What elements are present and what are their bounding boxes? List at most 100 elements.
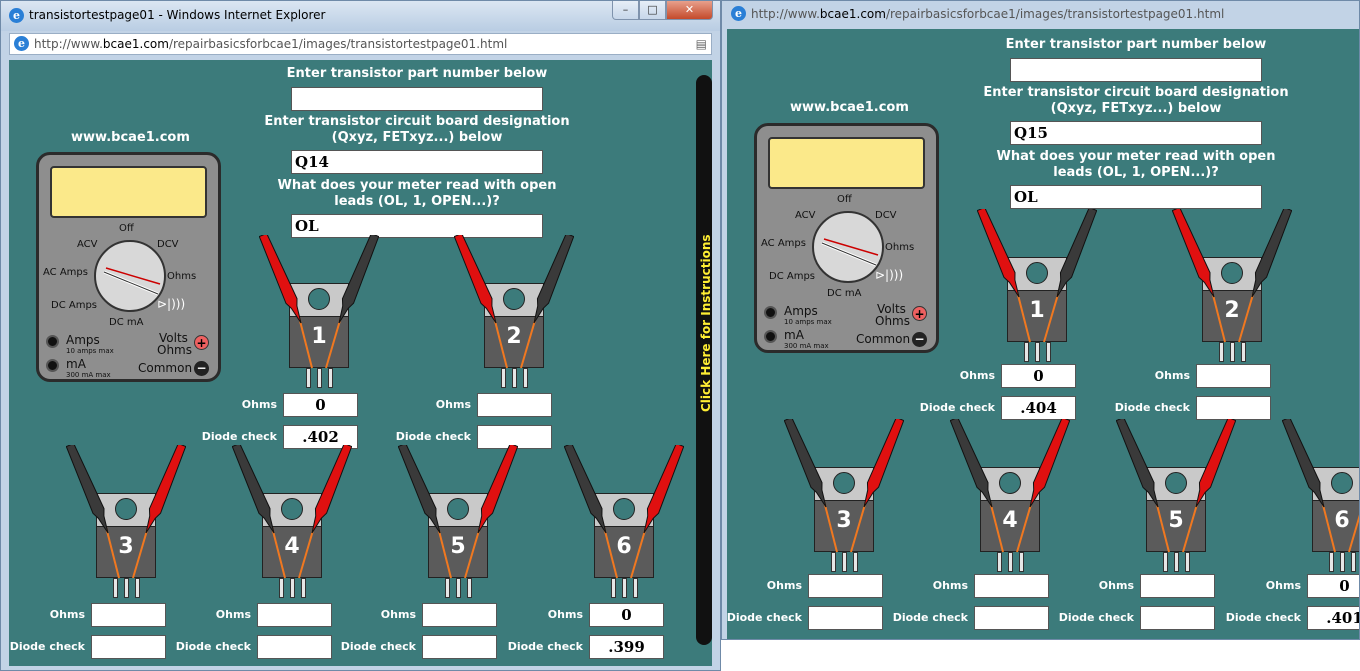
diode-check-input[interactable]	[974, 606, 1049, 630]
ohms-input[interactable]: 0	[589, 603, 664, 627]
ohms-input[interactable]: 0	[1307, 574, 1359, 598]
diode-check-label: Diode check	[9, 640, 85, 653]
multimeter: Off ACV DCV AC Amps Ohms DC Amps DC mA ⊳|))) Amp…	[754, 123, 939, 353]
test-probes[interactable]	[232, 445, 352, 605]
ohms-label: Ohms	[380, 608, 416, 621]
test-probes[interactable]	[950, 419, 1070, 579]
diode-symbol-icon: ⊳|)))	[157, 297, 186, 311]
diode-check-label: Diode check	[201, 430, 277, 443]
test-probes[interactable]	[259, 235, 379, 395]
test-probes[interactable]	[1282, 419, 1359, 579]
ma-jack[interactable]	[46, 359, 59, 372]
designation-input[interactable]: Q15	[1010, 121, 1262, 145]
diode-check-input[interactable]: .401	[1307, 606, 1359, 630]
diode-check-label: Diode check	[1225, 611, 1301, 624]
ie-icon: e	[9, 8, 24, 23]
diode-check-label: Diode check	[507, 640, 583, 653]
diode-check-input[interactable]: .399	[589, 635, 664, 659]
diode-check-label: Diode check	[727, 611, 802, 624]
ma-jack[interactable]	[764, 330, 777, 343]
test-probes[interactable]	[564, 445, 684, 605]
test-probes[interactable]	[1116, 419, 1236, 579]
transistor-1[interactable]: 1	[977, 209, 1097, 369]
test-probes[interactable]	[454, 235, 574, 395]
diode-check-input[interactable]	[257, 635, 332, 659]
compatibility-icon[interactable]: ▤	[696, 37, 707, 51]
ohms-input[interactable]: 0	[1001, 364, 1076, 388]
ohms-input[interactable]	[1140, 574, 1215, 598]
diode-check-label: Diode check	[175, 640, 251, 653]
part-number-input[interactable]	[1010, 58, 1262, 82]
left-browser-window: e transistortestpage01 - Windows Interne…	[0, 0, 721, 671]
ohms-input[interactable]	[808, 574, 883, 598]
meter-display	[50, 166, 207, 218]
meter-display	[768, 137, 925, 189]
close-button[interactable]: ✕	[666, 1, 713, 20]
diode-check-label: Diode check	[1058, 611, 1134, 624]
test-probes[interactable]	[977, 209, 1097, 369]
transistor-4[interactable]: 4	[232, 445, 352, 605]
volts-ohms-jack[interactable]: +	[194, 335, 209, 350]
amps-jack-label: Amps	[784, 304, 818, 318]
address-bar[interactable]: e http://www.bcae1.com/repairbasicsforbc…	[9, 33, 712, 55]
diode-check-input[interactable]	[1140, 606, 1215, 630]
meter-label-ohms: Ohms	[885, 242, 915, 253]
test-probes[interactable]	[784, 419, 904, 579]
ohms-input[interactable]	[477, 393, 552, 417]
test-probes[interactable]	[398, 445, 518, 605]
transistor-5[interactable]: 5	[1116, 419, 1236, 579]
selector-dial[interactable]	[812, 211, 884, 283]
ohms-input[interactable]	[91, 603, 166, 627]
test-probes[interactable]	[66, 445, 186, 605]
selector-dial[interactable]	[94, 240, 166, 312]
meter-label-dc-amps: DC Amps	[51, 300, 98, 311]
transistor-5[interactable]: 5	[398, 445, 518, 605]
ohms-input[interactable]	[1196, 364, 1271, 388]
amps-jack-label: Amps	[66, 333, 100, 347]
maximize-button[interactable]: □	[639, 1, 666, 20]
ohms-label: Ohms	[1154, 369, 1190, 382]
site-label: www.bcae1.com	[790, 100, 909, 115]
transistor-6[interactable]: 6	[1282, 419, 1359, 579]
transistor-2[interactable]: 2	[1172, 209, 1292, 369]
url-domain: bcae1.com	[819, 7, 886, 21]
ohms-input[interactable]	[257, 603, 332, 627]
diode-check-input[interactable]	[1196, 396, 1271, 420]
ie-page-icon: e	[14, 36, 29, 51]
instructions-button[interactable]: Click Here for Instructions	[696, 75, 712, 645]
amps-jack[interactable]	[764, 306, 777, 319]
url-domain: bcae1.com	[102, 37, 169, 51]
ohms-input[interactable]	[974, 574, 1049, 598]
transistor-3[interactable]: 3	[784, 419, 904, 579]
meter-label-off: Off	[119, 223, 134, 234]
amps-jack[interactable]	[46, 335, 59, 348]
transistor-2[interactable]: 2	[454, 235, 574, 395]
transistor-4[interactable]: 4	[950, 419, 1070, 579]
ohms-input[interactable]: 0	[283, 393, 358, 417]
instructions-label: Click Here for Instructions	[699, 234, 712, 412]
diode-check-input[interactable]: .404	[1001, 396, 1076, 420]
transistor-6[interactable]: 6	[564, 445, 684, 605]
address-bar[interactable]: e http://www.bcae1.com/repairbasicsforbc…	[727, 4, 1360, 26]
transistor-1[interactable]: 1	[259, 235, 379, 395]
common-jack[interactable]: −	[912, 332, 927, 347]
transistor-3[interactable]: 3	[66, 445, 186, 605]
ohms-label: Ohms	[1098, 579, 1134, 592]
open-leads-input[interactable]: OL	[1010, 185, 1262, 209]
diode-check-input[interactable]	[91, 635, 166, 659]
part-number-input[interactable]	[291, 87, 543, 111]
designation-input[interactable]: Q14	[291, 150, 543, 174]
common-jack-label: Common	[856, 332, 911, 346]
diode-check-input[interactable]	[808, 606, 883, 630]
common-jack[interactable]: −	[194, 361, 209, 376]
part-number-label: Enter transistor part number below	[286, 66, 548, 81]
volts-ohms-jack[interactable]: +	[912, 306, 927, 321]
diode-check-label: Diode check	[340, 640, 416, 653]
minimize-button[interactable]: –	[612, 1, 639, 20]
ohms-label: Ohms	[959, 369, 995, 382]
diode-check-input[interactable]	[422, 635, 497, 659]
ohms-label: Ohms	[766, 579, 802, 592]
page-content: www.bcae1.com Off ACV DCV AC Amps Ohms DC Amps…	[9, 60, 712, 666]
test-probes[interactable]	[1172, 209, 1292, 369]
ohms-input[interactable]	[422, 603, 497, 627]
